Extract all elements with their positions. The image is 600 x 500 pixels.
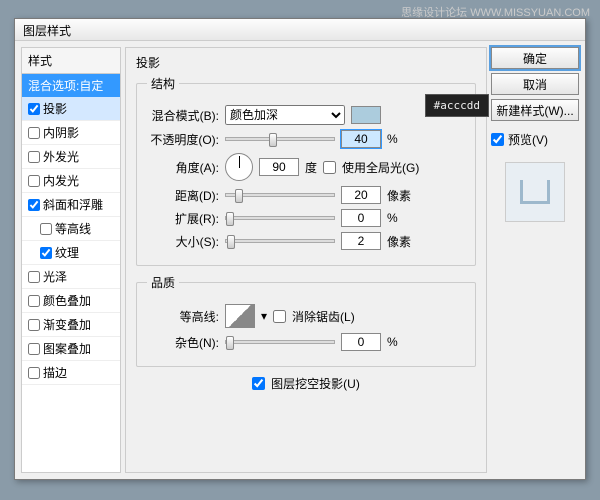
opacity-label: 不透明度(O):: [147, 131, 219, 148]
panel-title: 投影: [136, 54, 476, 71]
sidebar-item-9[interactable]: 渐变叠加: [22, 313, 120, 337]
global-light-label: 使用全局光(G): [342, 159, 419, 176]
sidebar-checkbox-7[interactable]: [28, 271, 40, 283]
sidebar-item-4[interactable]: 斜面和浮雕: [22, 193, 120, 217]
size-slider[interactable]: [225, 239, 335, 243]
sidebar-checkbox-2[interactable]: [28, 151, 40, 163]
sidebar-label-10: 图案叠加: [43, 340, 91, 357]
color-tooltip: #acccdd: [425, 94, 489, 117]
opacity-slider[interactable]: [225, 137, 335, 141]
distance-slider[interactable]: [225, 193, 335, 197]
ok-button[interactable]: 确定: [491, 47, 579, 69]
sidebar-checkbox-1[interactable]: [28, 127, 40, 139]
styles-sidebar: 样式 混合选项:自定 投影内阴影外发光内发光斜面和浮雕等高线纹理光泽颜色叠加渐变…: [21, 47, 121, 473]
global-light-checkbox[interactable]: [323, 161, 336, 174]
spread-label: 扩展(R):: [147, 210, 219, 227]
sidebar-label-0: 投影: [43, 100, 67, 117]
sidebar-label-6: 纹理: [55, 244, 79, 261]
contour-picker[interactable]: [225, 304, 255, 328]
antialias-label: 消除锯齿(L): [292, 308, 355, 325]
spread-slider[interactable]: [225, 216, 335, 220]
layer-style-dialog: 图层样式 样式 混合选项:自定 投影内阴影外发光内发光斜面和浮雕等高线纹理光泽颜…: [14, 18, 586, 480]
sidebar-label-11: 描边: [43, 364, 67, 381]
sidebar-checkbox-0[interactable]: [28, 103, 40, 115]
structure-group: 结构 混合模式(B): 颜色加深 #acccdd 不透明度(O): % 角度(A…: [136, 75, 476, 266]
sidebar-label-9: 渐变叠加: [43, 316, 91, 333]
antialias-checkbox[interactable]: [273, 310, 286, 323]
sidebar-checkbox-9[interactable]: [28, 319, 40, 331]
cancel-button[interactable]: 取消: [491, 73, 579, 95]
blend-mode-select[interactable]: 颜色加深: [225, 105, 345, 125]
sidebar-item-5[interactable]: 等高线: [22, 217, 120, 241]
contour-dropdown-icon[interactable]: ▾: [261, 309, 267, 323]
noise-unit: %: [387, 335, 398, 349]
sidebar-item-7[interactable]: 光泽: [22, 265, 120, 289]
spread-input[interactable]: [341, 209, 381, 227]
distance-label: 距离(D):: [147, 187, 219, 204]
quality-group: 品质 等高线: ▾ 消除锯齿(L) 杂色(N): %: [136, 274, 476, 367]
distance-unit: 像素: [387, 187, 411, 204]
noise-label: 杂色(N):: [147, 334, 219, 351]
sidebar-label-4: 斜面和浮雕: [43, 196, 103, 213]
sidebar-label-3: 内发光: [43, 172, 79, 189]
angle-unit: 度: [305, 159, 317, 176]
opacity-unit: %: [387, 132, 398, 146]
angle-dial[interactable]: [225, 153, 253, 181]
size-input[interactable]: [341, 232, 381, 250]
noise-slider[interactable]: [225, 340, 335, 344]
main-panel: 投影 结构 混合模式(B): 颜色加深 #acccdd 不透明度(O): % 角…: [125, 47, 487, 473]
angle-input[interactable]: [259, 158, 299, 176]
knockout-checkbox[interactable]: [252, 377, 265, 390]
knockout-label: 图层挖空投影(U): [271, 375, 360, 392]
contour-label: 等高线:: [147, 308, 219, 325]
color-swatch[interactable]: [351, 106, 381, 124]
sidebar-label-2: 外发光: [43, 148, 79, 165]
sidebar-label-8: 颜色叠加: [43, 292, 91, 309]
sidebar-item-3[interactable]: 内发光: [22, 169, 120, 193]
sidebar-checkbox-3[interactable]: [28, 175, 40, 187]
dialog-title: 图层样式: [15, 19, 585, 41]
sidebar-checkbox-4[interactable]: [28, 199, 40, 211]
blend-options-item[interactable]: 混合选项:自定: [22, 74, 120, 97]
blend-mode-label: 混合模式(B):: [147, 107, 219, 124]
preview-thumbnail: [505, 162, 565, 222]
sidebar-label-5: 等高线: [55, 220, 91, 237]
opacity-input[interactable]: [341, 130, 381, 148]
spread-unit: %: [387, 211, 398, 225]
sidebar-item-10[interactable]: 图案叠加: [22, 337, 120, 361]
preview-label: 预览(V): [508, 131, 548, 148]
sidebar-item-8[interactable]: 颜色叠加: [22, 289, 120, 313]
noise-input[interactable]: [341, 333, 381, 351]
sidebar-checkbox-8[interactable]: [28, 295, 40, 307]
size-unit: 像素: [387, 233, 411, 250]
sidebar-label-1: 内阴影: [43, 124, 79, 141]
new-style-button[interactable]: 新建样式(W)...: [491, 99, 579, 121]
sidebar-item-11[interactable]: 描边: [22, 361, 120, 385]
sidebar-checkbox-6[interactable]: [40, 247, 52, 259]
sidebar-item-6[interactable]: 纹理: [22, 241, 120, 265]
sidebar-item-0[interactable]: 投影: [22, 97, 120, 121]
sidebar-checkbox-5[interactable]: [40, 223, 52, 235]
structure-legend: 结构: [147, 75, 179, 92]
sidebar-item-2[interactable]: 外发光: [22, 145, 120, 169]
quality-legend: 品质: [147, 274, 179, 291]
sidebar-item-1[interactable]: 内阴影: [22, 121, 120, 145]
size-label: 大小(S):: [147, 233, 219, 250]
sidebar-label-7: 光泽: [43, 268, 67, 285]
distance-input[interactable]: [341, 186, 381, 204]
preview-checkbox[interactable]: [491, 133, 504, 146]
sidebar-header: 样式: [22, 48, 120, 74]
angle-label: 角度(A):: [147, 159, 219, 176]
button-column: 确定 取消 新建样式(W)... 预览(V): [491, 47, 579, 473]
sidebar-checkbox-10[interactable]: [28, 343, 40, 355]
sidebar-checkbox-11[interactable]: [28, 367, 40, 379]
